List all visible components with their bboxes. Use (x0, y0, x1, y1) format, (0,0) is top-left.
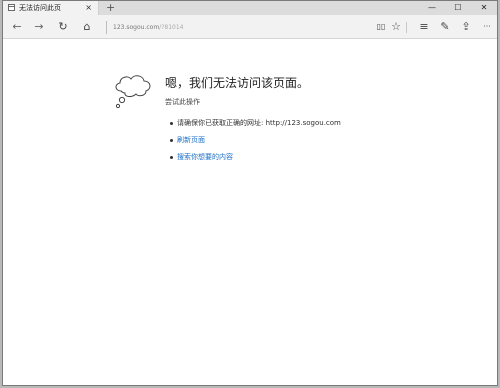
more-icon[interactable]: ··· (479, 19, 495, 35)
favorite-star-icon[interactable]: ☆ (388, 19, 404, 35)
error-subheading: 尝试此操作 (165, 98, 200, 106)
home-icon[interactable]: ⌂ (79, 19, 95, 35)
thought-cloud-icon (115, 75, 151, 109)
tab-strip: 无法访问此页 × + — ☐ ✕ (3, 1, 497, 15)
refresh-icon[interactable]: ↻ (55, 19, 71, 35)
search-content-link[interactable]: 搜索你想要的内容 (165, 149, 341, 166)
address-host: 123.sogou.com (113, 24, 160, 31)
toolbar-divider (406, 22, 407, 33)
address-path: /?81014 (159, 24, 184, 31)
address-bar[interactable]: 123.sogou.com/?81014 (106, 21, 371, 34)
error-heading: 嗯，我们无法访问该页面。 (165, 76, 310, 90)
navigation-bar: ← → ↻ ⌂ 123.sogou.com/?81014 ▯▯ ☆ ≡ ✎ ⇪ … (3, 15, 497, 39)
share-icon[interactable]: ⇪ (458, 19, 474, 35)
web-note-icon[interactable]: ✎ (437, 19, 453, 35)
window-controls: — ☐ ✕ (419, 1, 497, 15)
suggestion-check-url: 请确保你已获取正确的网址: http://123.sogou.com (165, 115, 341, 132)
tab-title: 无法访问此页 (19, 4, 61, 12)
maximize-button[interactable]: ☐ (445, 1, 471, 15)
page-icon (8, 4, 15, 11)
tab-close-icon[interactable]: × (85, 2, 92, 14)
tab-active[interactable]: 无法访问此页 × (3, 1, 99, 15)
forward-icon[interactable]: → (31, 19, 47, 35)
back-icon[interactable]: ← (9, 19, 25, 35)
close-window-button[interactable]: ✕ (471, 1, 497, 15)
suggestion-list: 请确保你已获取正确的网址: http://123.sogou.com 刷新页面 … (165, 115, 341, 166)
refresh-page-link[interactable]: 刷新页面 (165, 132, 341, 149)
new-tab-icon[interactable]: + (106, 1, 115, 14)
reading-view-icon[interactable]: ▯▯ (373, 19, 389, 35)
minimize-button[interactable]: — (419, 1, 445, 15)
browser-window: 无法访问此页 × + — ☐ ✕ ← → ↻ ⌂ 123.sogou.com/?… (2, 0, 498, 386)
page-content: 嗯，我们无法访问该页面。 尝试此操作 请确保你已获取正确的网址: http://… (3, 39, 497, 385)
hub-icon[interactable]: ≡ (416, 19, 432, 35)
